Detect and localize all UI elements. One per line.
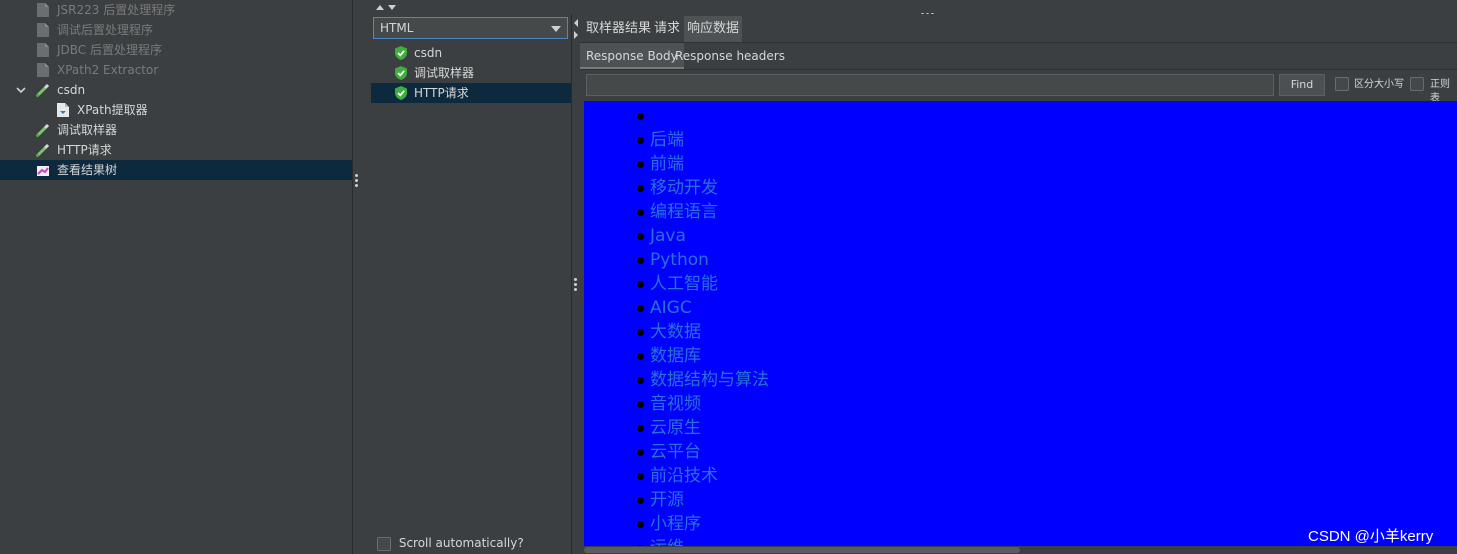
renderer-select-value: HTML xyxy=(380,21,414,35)
chevron-down-icon xyxy=(551,26,561,32)
tree-item-jdbc-postprocessor[interactable]: JDBC 后置处理程序 xyxy=(0,40,352,60)
result-item-http-request[interactable]: HTTP请求 xyxy=(371,83,571,103)
tree-item-debug-postprocessor[interactable]: 调试后置处理程序 xyxy=(0,20,352,40)
watermark: CSDN @小羊kerry xyxy=(1308,528,1434,545)
tree-item-label: XPath提取器 xyxy=(77,103,148,117)
tree-item-label: JSR223 后置处理程序 xyxy=(57,3,176,17)
case-sensitive-label: 区分大小写 xyxy=(1354,79,1404,90)
sampler-pipette-icon xyxy=(36,123,50,137)
list-item[interactable]: 大数据 xyxy=(634,320,769,344)
tree-splitter[interactable] xyxy=(352,0,361,554)
case-sensitive-checkbox[interactable] xyxy=(1335,77,1349,91)
list-item[interactable]: 开源 xyxy=(634,488,769,512)
list-item[interactable]: 云原生 xyxy=(634,416,769,440)
tab-sampler-result[interactable]: 取样器结果 xyxy=(583,16,654,42)
tree-item-label: XPath2 Extractor xyxy=(57,63,159,77)
tree-item-label: 调试后置处理程序 xyxy=(57,23,154,37)
success-shield-icon xyxy=(395,86,407,100)
tree-item-csdn[interactable]: csdn xyxy=(0,80,352,100)
success-shield-icon xyxy=(395,66,407,80)
splitter-grip-icon xyxy=(355,172,358,189)
list-item[interactable]: 人工智能 xyxy=(634,272,769,296)
renderer-select[interactable]: HTML xyxy=(373,17,568,39)
list-item[interactable]: 运维 xyxy=(634,536,769,546)
list-item[interactable]: 前沿技术 xyxy=(634,464,769,488)
response-category-list: 后端 前端 移动开发 编程语言 Java Python 人工智能 AIGC 大数… xyxy=(634,104,769,546)
list-item[interactable]: Python xyxy=(634,248,769,272)
list-item[interactable]: 编程语言 xyxy=(634,200,769,224)
extractor-icon xyxy=(57,103,69,117)
sampler-pipette-icon xyxy=(36,83,50,97)
top-divider-bar[interactable] xyxy=(361,0,1457,16)
listener-chart-icon xyxy=(37,166,49,176)
tree-item-label: 调试取样器 xyxy=(57,123,118,137)
list-item[interactable]: 小程序 xyxy=(634,512,769,536)
postprocessor-icon xyxy=(37,43,49,57)
list-item[interactable]: 移动开发 xyxy=(634,176,769,200)
list-item[interactable]: Java xyxy=(634,224,769,248)
tree-item-label: JDBC 后置处理程序 xyxy=(57,43,162,57)
list-item[interactable]: 后端 xyxy=(634,128,769,152)
collapse-arrows-icon[interactable] xyxy=(375,3,397,11)
list-item[interactable]: 音视频 xyxy=(634,392,769,416)
tab-response-headers[interactable]: Response headers xyxy=(669,43,791,69)
splitter-grip-icon xyxy=(574,276,577,293)
find-button[interactable]: Find xyxy=(1279,74,1325,96)
tree-item-xpath2-extractor[interactable]: XPath2 Extractor xyxy=(0,60,352,80)
splitter-arrows-icon[interactable] xyxy=(573,18,579,40)
tree-item-jsr223-postprocessor[interactable]: JSR223 后置处理程序 xyxy=(0,0,352,20)
result-item-csdn[interactable]: csdn xyxy=(371,43,571,63)
tab-request[interactable]: 请求 xyxy=(651,16,683,42)
tree-item-label: HTTP请求 xyxy=(57,143,112,157)
response-body-html-view[interactable]: 后端 前端 移动开发 编程语言 Java Python 人工智能 AIGC 大数… xyxy=(584,101,1457,546)
horizontal-scrollbar[interactable] xyxy=(584,546,1457,554)
result-item-label: csdn xyxy=(414,46,443,60)
list-item[interactable]: 数据库 xyxy=(634,344,769,368)
search-input[interactable] xyxy=(586,74,1274,96)
tab-response-data[interactable]: 响应数据 xyxy=(684,16,743,42)
postprocessor-icon xyxy=(37,63,49,77)
sampler-pipette-icon xyxy=(36,143,50,157)
result-item-debug-sampler[interactable]: 调试取样器 xyxy=(371,63,571,83)
tree-item-label: csdn xyxy=(57,83,86,97)
tree-item-label: 查看结果树 xyxy=(57,163,118,177)
checkbox-box[interactable] xyxy=(377,536,391,551)
tree-item-view-results-tree[interactable]: 查看结果树 xyxy=(0,160,352,180)
success-shield-icon xyxy=(395,46,407,60)
regex-checkbox[interactable] xyxy=(1410,77,1424,91)
scrollbar-thumb[interactable] xyxy=(584,547,1020,553)
subtab-divider xyxy=(580,69,1457,70)
list-item[interactable]: 数据结构与算法 xyxy=(634,368,769,392)
tree-item-debug-sampler[interactable]: 调试取样器 xyxy=(0,120,352,140)
scroll-automatically-label: Scroll automatically? xyxy=(398,536,524,550)
postprocessor-icon xyxy=(37,23,49,37)
result-item-label: 调试取样器 xyxy=(414,66,475,80)
list-item[interactable] xyxy=(634,104,769,128)
postprocessor-icon xyxy=(37,3,49,17)
list-item[interactable]: 云平台 xyxy=(634,440,769,464)
list-item[interactable]: AIGC xyxy=(634,296,769,320)
tree-item-xpath-extractor[interactable]: XPath提取器 xyxy=(0,100,352,120)
result-item-label: HTTP请求 xyxy=(414,86,469,100)
chevron-down-icon[interactable] xyxy=(15,84,27,96)
tree-item-http-request[interactable]: HTTP请求 xyxy=(0,140,352,160)
list-item[interactable]: 前端 xyxy=(634,152,769,176)
test-plan-tree: JSR223 后置处理程序 调试后置处理程序 JDBC 后置处理程序 XPath… xyxy=(0,0,352,554)
scroll-automatically-checkbox[interactable]: Scroll automatically? xyxy=(377,535,524,551)
